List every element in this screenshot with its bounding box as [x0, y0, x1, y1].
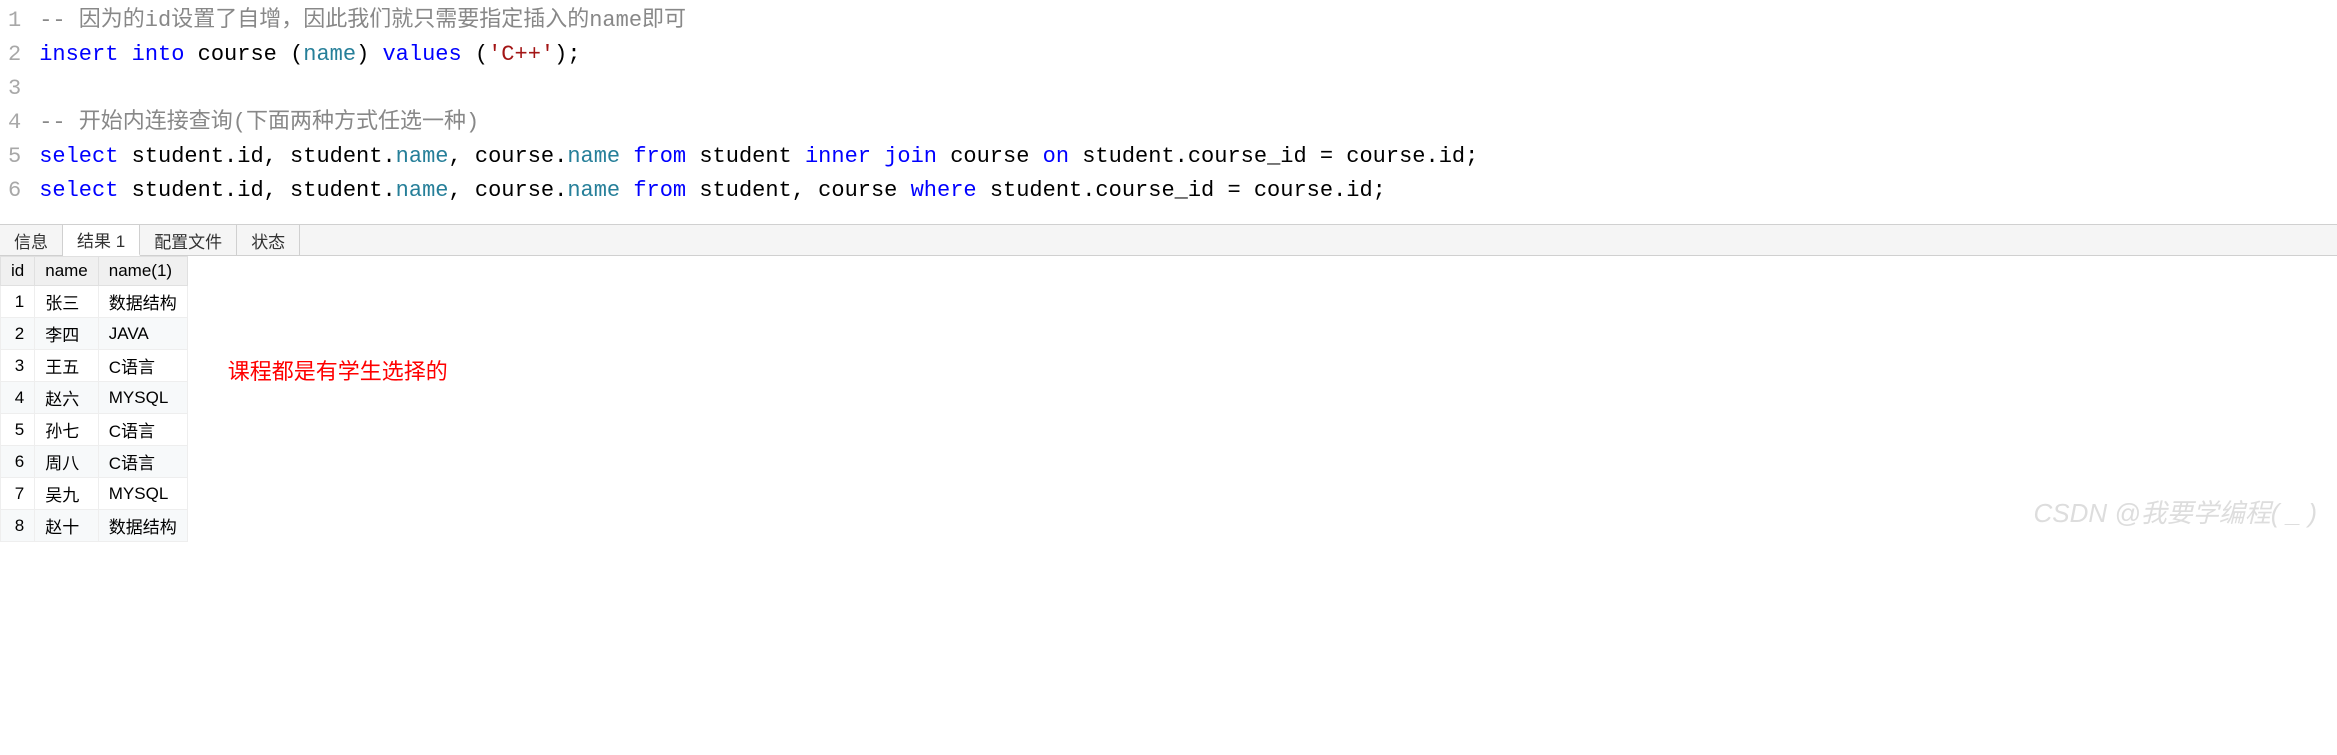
table-row[interactable]: 3王五C语言 [1, 350, 188, 382]
result-table[interactable]: idnamename(1) 1张三数据结构2李四JAVA3王五C语言4赵六MYS… [0, 256, 188, 542]
table-row[interactable]: 7吴九MYSQL [1, 478, 188, 510]
line-number: 4 [8, 106, 21, 140]
cell-id[interactable]: 7 [1, 478, 35, 510]
code-line[interactable]: select student.id, student.name, course.… [39, 140, 1478, 174]
column-header[interactable]: name(1) [98, 257, 187, 286]
tab-信息[interactable]: 信息 [0, 225, 63, 255]
result-tabs: 信息结果 1配置文件状态 [0, 224, 2337, 256]
sql-editor[interactable]: 123456 -- 因为的id设置了自增，因此我们就只需要指定插入的name即可… [0, 0, 2337, 224]
tab-配置文件[interactable]: 配置文件 [140, 225, 237, 255]
cell-name[interactable]: 张三 [35, 286, 99, 318]
cell-name1[interactable]: C语言 [98, 350, 187, 382]
cell-name[interactable]: 孙七 [35, 414, 99, 446]
cell-name1[interactable]: 数据结构 [98, 510, 187, 542]
code-line[interactable]: insert into course (name) values ('C++')… [39, 38, 1478, 72]
cell-id[interactable]: 6 [1, 446, 35, 478]
code-line[interactable]: select student.id, student.name, course.… [39, 174, 1478, 208]
cell-name[interactable]: 吴九 [35, 478, 99, 510]
line-number: 1 [8, 4, 21, 38]
cell-name1[interactable]: MYSQL [98, 382, 187, 414]
column-header[interactable]: id [1, 257, 35, 286]
result-area: idnamename(1) 1张三数据结构2李四JAVA3王五C语言4赵六MYS… [0, 256, 2337, 542]
table-row[interactable]: 4赵六MYSQL [1, 382, 188, 414]
cell-id[interactable]: 4 [1, 382, 35, 414]
table-row[interactable]: 8赵十数据结构 [1, 510, 188, 542]
annotation-text: 课程都是有学生选择的 [228, 354, 448, 386]
table-row[interactable]: 5孙七C语言 [1, 414, 188, 446]
line-number: 6 [8, 174, 21, 208]
cell-name1[interactable]: MYSQL [98, 478, 187, 510]
cell-name1[interactable]: 数据结构 [98, 286, 187, 318]
table-row[interactable]: 1张三数据结构 [1, 286, 188, 318]
column-header[interactable]: name [35, 257, 99, 286]
cell-id[interactable]: 1 [1, 286, 35, 318]
cell-id[interactable]: 8 [1, 510, 35, 542]
line-number: 5 [8, 140, 21, 174]
tab-状态[interactable]: 状态 [237, 225, 300, 255]
tab-结果 1[interactable]: 结果 1 [63, 225, 140, 256]
code-content[interactable]: -- 因为的id设置了自增，因此我们就只需要指定插入的name即可insert … [39, 4, 1478, 208]
cell-name[interactable]: 王五 [35, 350, 99, 382]
code-line[interactable]: -- 开始内连接查询(下面两种方式任选一种) [39, 106, 1478, 140]
cell-id[interactable]: 3 [1, 350, 35, 382]
table-row[interactable]: 2李四JAVA [1, 318, 188, 350]
line-number: 2 [8, 38, 21, 72]
cell-id[interactable]: 2 [1, 318, 35, 350]
cell-id[interactable]: 5 [1, 414, 35, 446]
cell-name[interactable]: 赵六 [35, 382, 99, 414]
code-line[interactable]: -- 因为的id设置了自增，因此我们就只需要指定插入的name即可 [39, 4, 1478, 38]
line-number-gutter: 123456 [0, 4, 39, 208]
cell-name[interactable]: 周八 [35, 446, 99, 478]
table-row[interactable]: 6周八C语言 [1, 446, 188, 478]
cell-name1[interactable]: C语言 [98, 446, 187, 478]
cell-name1[interactable]: JAVA [98, 318, 187, 350]
cell-name[interactable]: 赵十 [35, 510, 99, 542]
code-line[interactable] [39, 72, 1478, 106]
line-number: 3 [8, 72, 21, 106]
cell-name1[interactable]: C语言 [98, 414, 187, 446]
cell-name[interactable]: 李四 [35, 318, 99, 350]
